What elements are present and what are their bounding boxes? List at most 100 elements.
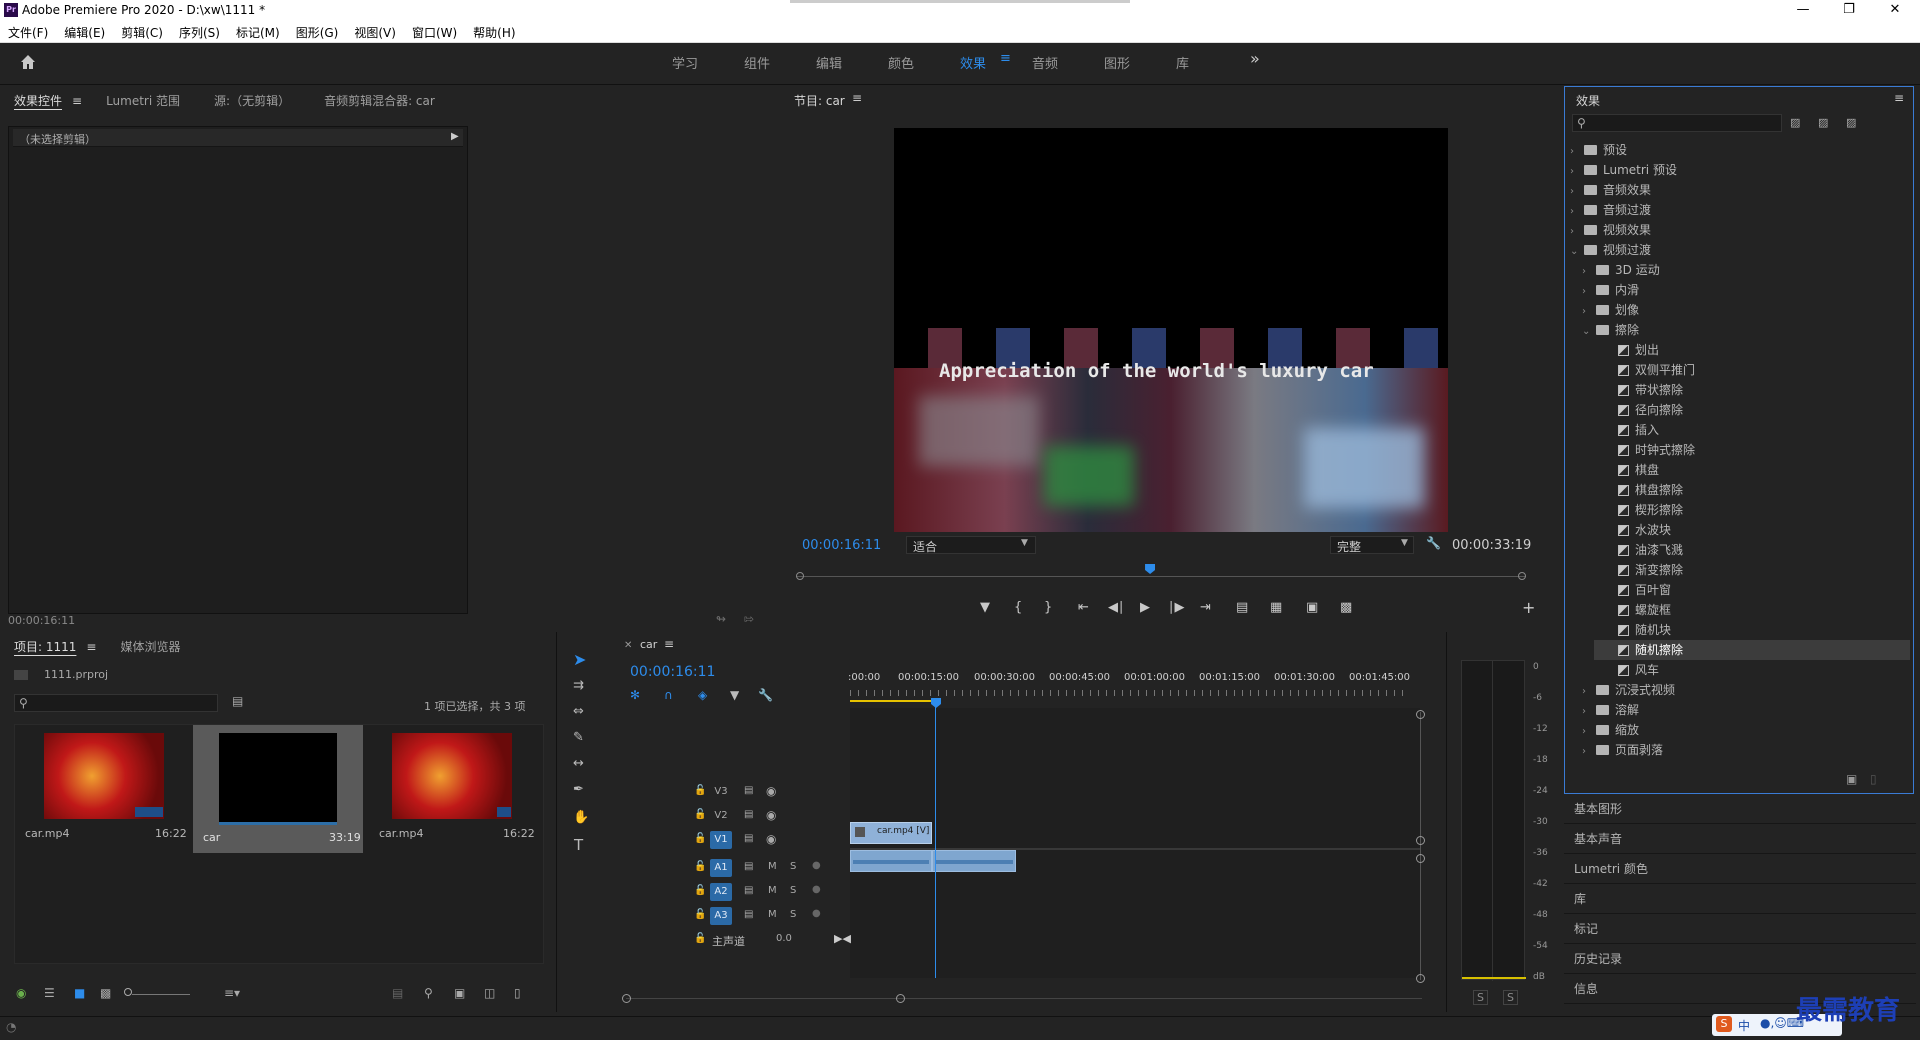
tab-effect-controls[interactable]: 效果控件 (14, 94, 62, 108)
program-current-timecode[interactable]: 00:00:16:11 (802, 538, 881, 553)
timeline-menu-icon[interactable]: ≡ (664, 637, 674, 651)
menu-view[interactable]: 视图(V) (346, 21, 404, 41)
audio-clip[interactable] (932, 850, 1016, 872)
effects-item[interactable]: 渐变擦除 (1594, 560, 1910, 580)
menu-help[interactable]: 帮助(H) (465, 21, 523, 41)
effects-folder[interactable]: › 页面剥落 (1582, 740, 1910, 760)
mic-icon[interactable]: ● (812, 908, 821, 919)
effects-folder[interactable]: › 3D 运动 (1582, 260, 1910, 280)
panel-menu-icon[interactable]: ≡ (72, 94, 82, 108)
tab-audio-clip-mixer[interactable]: 音频剪辑混合器: car (324, 94, 435, 108)
effects-folder[interactable]: ⌄ 擦除 (1582, 320, 1910, 340)
effects-item[interactable]: 水波块 (1594, 520, 1910, 540)
track-name[interactable]: V3 (710, 783, 732, 801)
accelerated-effects-icon[interactable]: ▨ (1790, 116, 1800, 129)
mute-button[interactable]: M (768, 909, 777, 920)
step-back-icon[interactable]: ◀∣ (1108, 600, 1125, 615)
lock-icon[interactable]: 🔓 (694, 933, 706, 944)
find-bin-icon[interactable]: ▤ (232, 694, 243, 708)
chevron-right-icon[interactable]: › (1582, 722, 1592, 742)
filter-icon[interactable]: ↬ (716, 612, 726, 626)
effects-item[interactable]: 随机块 (1594, 620, 1910, 640)
workspace-assembly[interactable]: 组件 (744, 53, 770, 72)
scroll-handle[interactable] (1416, 836, 1425, 845)
new-bin-icon[interactable]: ▣ (454, 986, 465, 1000)
timeline-timecode[interactable]: 00:00:16:11 (630, 664, 715, 680)
quality-dropdown[interactable]: 完整 ▼ (1330, 536, 1414, 554)
solo-button[interactable]: S (790, 885, 796, 896)
chevron-right-icon[interactable]: › (1570, 162, 1580, 182)
ripple-edit-tool-icon[interactable]: ⇔ (573, 704, 584, 719)
tab-source[interactable]: 源:（无剪辑） (214, 94, 290, 108)
panel-lumetri-color[interactable]: Lumetri 颜色 (1564, 854, 1916, 884)
chevron-down-icon[interactable]: ⌄ (1582, 322, 1592, 342)
chevron-right-icon[interactable]: › (1582, 742, 1592, 762)
solo-button[interactable]: S (790, 909, 796, 920)
more-workspaces-icon[interactable]: » (1250, 49, 1260, 68)
horizontal-scrollbar[interactable] (626, 998, 1422, 999)
chevron-right-icon[interactable]: › (1570, 182, 1580, 202)
list-view-icon[interactable]: ☰ (44, 986, 55, 1000)
panel-libraries[interactable]: 库 (1564, 884, 1916, 914)
effects-item[interactable]: 径向擦除 (1594, 400, 1910, 420)
menu-marker[interactable]: 标记(M) (228, 21, 288, 41)
lift-icon[interactable]: ▤ (1236, 600, 1248, 615)
tab-media-browser[interactable]: 媒体浏览器 (120, 640, 180, 654)
menu-window[interactable]: 窗口(W) (404, 21, 465, 41)
project-item[interactable]: car.mp4 16:22 (371, 725, 541, 853)
fit-dropdown[interactable]: 适合 ▼ (906, 536, 1036, 554)
chevron-right-icon[interactable]: › (1582, 682, 1592, 702)
lock-icon[interactable]: ◉ (16, 986, 26, 1000)
workspace-editing[interactable]: 编辑 (816, 53, 842, 72)
eye-icon[interactable]: ◉ (766, 808, 776, 822)
tab-lumetri-scopes[interactable]: Lumetri 范围 (106, 94, 180, 108)
freeform-view-icon[interactable]: ▩ (100, 986, 111, 1000)
minimize-icon[interactable]: — (1780, 0, 1826, 21)
chevron-down-icon[interactable]: ⌄ (1570, 242, 1580, 262)
menu-edit[interactable]: 编辑(E) (56, 21, 113, 41)
chevron-right-icon[interactable]: › (1582, 702, 1592, 722)
panel-essential-sound[interactable]: 基本声音 (1564, 824, 1916, 854)
program-playhead[interactable] (1145, 564, 1156, 574)
expand-arrow-icon[interactable]: ▶ (451, 131, 459, 142)
effects-search-input[interactable]: ⚲ (1572, 114, 1782, 132)
audio-clip[interactable] (850, 850, 932, 872)
lock-icon[interactable]: 🔓 (694, 885, 706, 896)
workspace-audio[interactable]: 音频 (1032, 53, 1058, 72)
workspace-menu-icon[interactable]: ≡ (1000, 51, 1011, 66)
effects-folder[interactable]: › 音频过渡 (1570, 200, 1910, 220)
type-tool-icon[interactable]: T (574, 836, 583, 854)
compare-icon[interactable]: ▩ (1340, 600, 1352, 615)
mute-button[interactable]: M (768, 885, 777, 896)
find-icon[interactable]: ⚲ (424, 986, 433, 1000)
chevron-right-icon[interactable]: › (1582, 262, 1592, 282)
effects-item[interactable]: 随机擦除 (1594, 640, 1910, 660)
home-icon[interactable] (18, 52, 38, 72)
workspace-effects[interactable]: 效果 (960, 53, 986, 72)
selection-tool-icon[interactable]: ➤ (573, 650, 586, 669)
new-bin-icon[interactable]: ▣ (1846, 772, 1857, 786)
timeline-tab[interactable]: car (640, 638, 657, 651)
vertical-scrollbar[interactable] (1420, 712, 1421, 980)
effects-folder[interactable]: › 缩放 (1582, 720, 1910, 740)
nest-icon[interactable]: ✻ (630, 688, 640, 702)
zoom-handle[interactable] (124, 988, 132, 996)
project-search-input[interactable]: ⚲ (14, 694, 218, 712)
lock-icon[interactable]: 🔓 (694, 785, 706, 796)
scroll-handle[interactable] (1416, 854, 1425, 863)
scrub-end-handle[interactable] (1518, 572, 1526, 580)
track-name[interactable]: V1 (710, 831, 732, 849)
effects-item[interactable]: 时钟式擦除 (1594, 440, 1910, 460)
go-to-in-icon[interactable]: ⇤ (1078, 600, 1089, 615)
effects-folder[interactable]: › 划像 (1582, 300, 1910, 320)
effects-item[interactable]: 百叶窗 (1594, 580, 1910, 600)
zoom-slider[interactable] (132, 994, 190, 995)
project-menu-icon[interactable]: ≡ (86, 640, 96, 654)
sync-lock-icon[interactable]: ▤ (744, 909, 753, 920)
video-clip[interactable]: car.mp4 [V] (850, 822, 932, 844)
effects-folder[interactable]: › 内滑 (1582, 280, 1910, 300)
hand-tool-icon[interactable]: ✋ (573, 810, 589, 825)
lock-icon[interactable]: 🔓 (694, 909, 706, 920)
track-name[interactable]: A3 (710, 907, 732, 925)
ime-mode[interactable]: 中 (1738, 1017, 1750, 1034)
